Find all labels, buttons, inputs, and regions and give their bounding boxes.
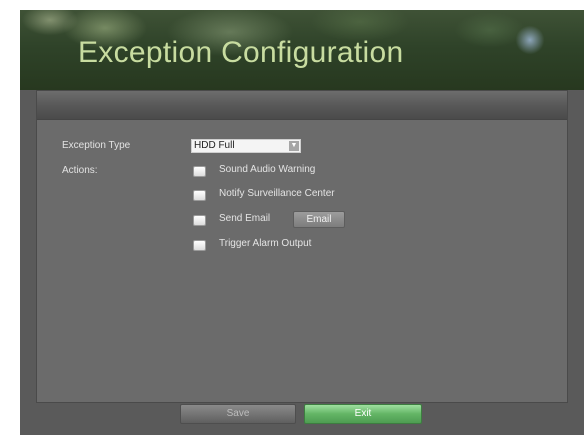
trigger-alarm-output-label: Trigger Alarm Output (219, 238, 312, 249)
send-email-label: Send Email (219, 213, 271, 224)
dropdown-arrow-icon[interactable]: ▼ (289, 141, 299, 151)
exception-configuration-window: Exception Configuration Exception Type H… (20, 10, 584, 435)
panel-header-bar (37, 91, 567, 120)
exception-type-select[interactable]: HDD Full ▼ (191, 139, 301, 153)
sound-audio-warning-label: Sound Audio Warning (219, 164, 316, 175)
content-panel: Exception Type HDD Full ▼ Actions: Sound… (36, 90, 568, 403)
sound-audio-warning-checkbox[interactable] (193, 166, 206, 177)
page-title: Exception Configuration (78, 36, 404, 69)
send-email-checkbox[interactable] (193, 215, 206, 226)
trigger-alarm-output-checkbox[interactable] (193, 240, 206, 251)
header-banner: Exception Configuration (20, 10, 584, 90)
exception-type-value: HDD Full (194, 140, 235, 151)
notify-surveillance-center-checkbox[interactable] (193, 190, 206, 201)
actions-label: Actions: (62, 165, 98, 176)
save-button[interactable]: Save (180, 404, 296, 424)
exception-type-label: Exception Type (62, 140, 131, 151)
exit-button[interactable]: Exit (304, 404, 422, 424)
notify-surveillance-center-label: Notify Surveillance Center (219, 188, 335, 199)
email-settings-button[interactable]: Email (293, 211, 345, 228)
